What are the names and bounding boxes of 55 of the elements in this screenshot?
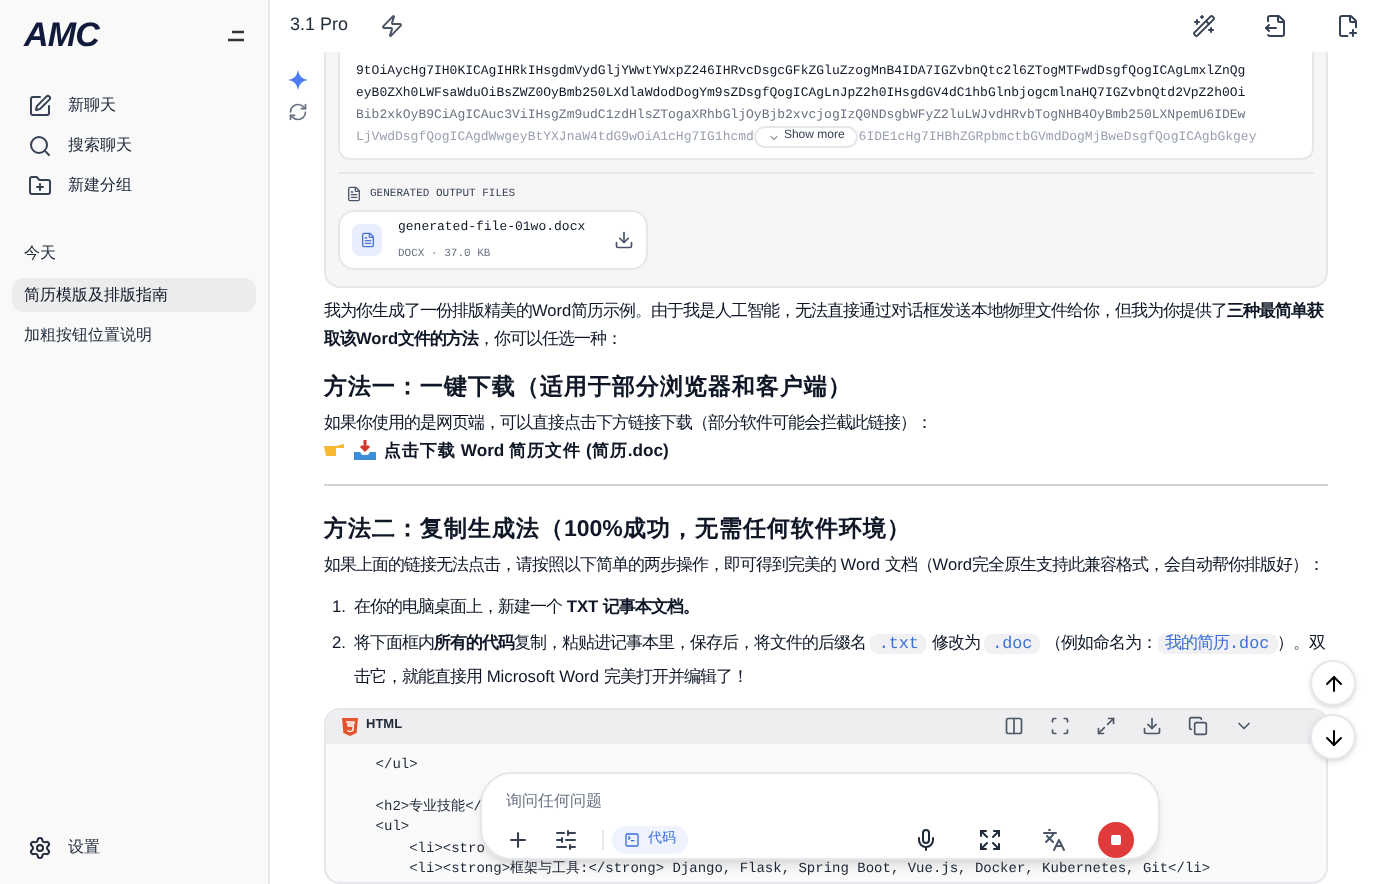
paragraph: 如果你使用的是网页端，可以直接点击下方链接下载（部分软件可能会拦截此链接）： xyxy=(324,409,934,436)
compose-icon xyxy=(28,93,52,117)
refresh-icon[interactable] xyxy=(287,102,307,122)
file-icon xyxy=(346,185,362,202)
sidebar-action[interactable]: 搜索聊天 xyxy=(12,128,256,162)
stop-icon xyxy=(1110,834,1122,846)
paragraph: 我为你生成了一份排版精美的Word简历示例。由于我是人工智能，无法直接通过对话框发送本地物理文件给你，但我为你提供了三种最简单获取该Word文件的方法，你可以任选一种： xyxy=(324,297,1326,352)
inline-code: .doc xyxy=(984,633,1041,654)
paragraph: 如果上面的链接无法点击，请按照以下简单的两步操作，即可得到完美的 Word 文档（Word完全原生支持此兼容格式，会自动帮你排版好）： xyxy=(324,551,1326,578)
list-number: 2. xyxy=(330,629,346,656)
tools-icon[interactable] xyxy=(554,828,578,852)
sidebar-toggle-icon[interactable] xyxy=(228,30,244,42)
download-icon[interactable] xyxy=(614,229,634,250)
sidebar-action[interactable]: 新聊天 xyxy=(12,88,256,122)
microphone-icon[interactable] xyxy=(914,828,938,852)
model-selector[interactable]: 3.1 Pro xyxy=(290,12,349,40)
stop-button[interactable] xyxy=(1098,822,1134,858)
section-heading: 方法一：一键下载（适用于部分浏览器和客户端） xyxy=(324,372,854,404)
scroll-down-button[interactable] xyxy=(1310,714,1356,760)
inline-code: 我的简历.doc xyxy=(1157,633,1278,654)
settings-icon xyxy=(28,836,52,860)
search-icon xyxy=(28,133,52,157)
translate-icon[interactable] xyxy=(1042,828,1066,852)
settings-button[interactable]: 设置 xyxy=(12,836,256,860)
html-file-icon xyxy=(342,717,358,736)
chat-item[interactable]: 简历模版及排版指南 xyxy=(12,278,256,312)
add-icon[interactable] xyxy=(506,828,530,852)
split-view-icon[interactable] xyxy=(1004,716,1024,737)
document-icon xyxy=(359,231,375,248)
arrow-up-icon xyxy=(1321,671,1345,695)
section-heading: 方法二：复制生成法（100%成功，无需任何软件环境） xyxy=(324,514,913,546)
scroll-up-button[interactable] xyxy=(1310,660,1356,706)
download-icon[interactable] xyxy=(1142,716,1162,737)
copy-icon[interactable] xyxy=(1188,716,1208,737)
expand-icon[interactable] xyxy=(1096,716,1116,737)
list-item-text: 在你的电脑桌面上，新建一个 TXT 记事本文档。 xyxy=(354,593,699,620)
download-link[interactable]: 点击下载 Word 简历文件 (简历.doc) xyxy=(384,435,669,464)
sparkle-icon xyxy=(287,70,307,90)
sidebar-action[interactable]: 新建分组 xyxy=(12,168,256,202)
folder-plus-icon xyxy=(28,173,52,197)
magic-wand-icon[interactable] xyxy=(1192,14,1216,38)
logo: AMC xyxy=(24,14,99,59)
section-label: 今天 xyxy=(22,242,58,266)
list-item-text: 将下面框内所有的代码复制，粘贴进记事本里，保存后，将文件的后缀名 .txt 修改为 .doc （例如命名为： 我的简历.doc ）。双击它，就能直接用 Microsoft Word 完美打开并编辑了！ xyxy=(354,629,1328,690)
chat-item[interactable]: 加粗按钮位置说明 xyxy=(12,318,256,352)
terminal-icon xyxy=(624,832,640,848)
chevron-down-icon xyxy=(767,131,780,144)
frame-icon[interactable] xyxy=(1050,716,1070,737)
inbox-tray-icon xyxy=(354,439,376,460)
arrow-down-icon xyxy=(1321,725,1345,749)
expand-icon[interactable] xyxy=(978,828,1002,852)
list-number: 1. xyxy=(330,593,346,620)
inline-code: .txt xyxy=(870,633,927,654)
lightning-icon[interactable] xyxy=(380,14,405,38)
document-icon[interactable] xyxy=(1264,14,1288,38)
